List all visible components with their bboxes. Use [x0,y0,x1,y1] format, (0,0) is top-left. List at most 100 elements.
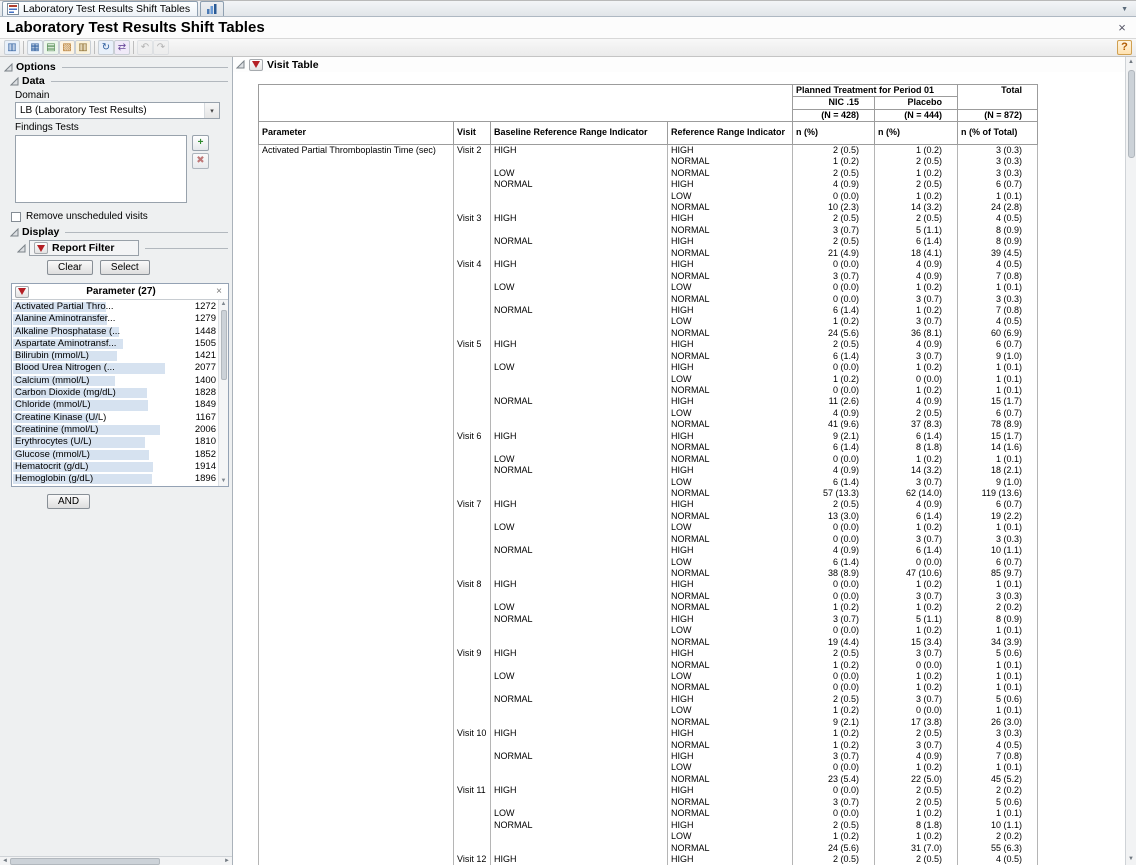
clear-button[interactable]: Clear [47,260,93,275]
visit-table-row: NORMALHIGH11 (2.6)4 (0.9)15 (1.7) [259,396,1038,407]
filter-item[interactable]: Creatine Kinase (U/L)1167 [12,412,218,424]
visit-table-row: NORMAL9 (2.1)17 (3.8)26 (3.0) [259,717,1038,728]
checkbox-icon [11,212,21,222]
tab-list-icon[interactable]: ▼ [1121,6,1133,16]
visit-table-row: NORMAL23 (5.4)22 (5.0)45 (5.2) [259,774,1038,785]
visit-table: Planned Treatment for Period 01 Total NI… [258,84,1038,865]
summary-table-icon[interactable]: ▤ [43,40,59,55]
scroll-up-icon[interactable]: ▲ [221,300,227,309]
visit-table-row: LOWNORMAL0 (0.0)1 (0.2)1 (0.1) [259,454,1038,465]
journal-icon[interactable]: ▥ [75,40,91,55]
visit-table-row: NORMAL0 (0.0)3 (0.7)3 (0.3) [259,591,1038,602]
scroll-down-icon[interactable]: ▼ [221,477,227,486]
visit-table-row: NORMAL0 (0.0)3 (0.7)3 (0.3) [259,534,1038,545]
filter-item[interactable]: Creatinine (mmol/L)2006 [12,424,218,436]
scrollbar-thumb[interactable] [1128,70,1135,158]
visit-table-disclosure-icon[interactable] [236,60,245,69]
vertical-scrollbar[interactable]: ▲ ▼ [1125,57,1136,865]
filter-item[interactable]: Glucose (mmol/L)1852 [12,449,218,461]
arm-placebo-header: Placebo [875,97,958,109]
filter-item-count: 1279 [195,313,216,325]
nic-n-header: (N = 428) [793,109,875,121]
domain-value: LB (Laboratory Test Results) [20,105,147,116]
clear-tests-button[interactable]: ✖ [192,153,209,169]
filter-scrollbar[interactable]: ▲ ▼ [218,300,228,486]
tab-bar: Laboratory Test Results Shift Tables ▼ [0,1,1136,17]
filter-scroll-thumb[interactable] [221,310,227,380]
switch-data-icon[interactable]: ⇄ [114,40,130,55]
filter-item[interactable]: Activated Partial Thro...1272 [12,301,218,313]
display-disclosure-icon[interactable] [10,228,19,237]
visit-table-row: LOW1 (0.2)1 (0.2)2 (0.2) [259,831,1038,842]
findings-tests-listbox[interactable] [15,135,187,203]
tab-graph[interactable] [200,1,224,16]
visit-table-row: NORMALHIGH4 (0.9)6 (1.4)10 (1.1) [259,545,1038,556]
filter-item[interactable]: Calcium (mmol/L)1400 [12,375,218,387]
filter-item[interactable]: Carbon Dioxide (mg/dL)1828 [12,387,218,399]
close-icon[interactable]: × [1114,21,1130,35]
sidebar-scroll-thumb[interactable] [10,858,160,865]
data-table-icon[interactable]: ▦ [27,40,43,55]
visit-table-menu-icon[interactable] [249,59,263,71]
filter-item[interactable]: Blood Urea Nitrogen (...2077 [12,362,218,374]
findings-tests-label: Findings Tests [15,122,229,133]
refresh-icon[interactable]: ↻ [98,40,114,55]
visit-table-body: Activated Partial Thromboplastin Time (s… [259,144,1038,865]
visit-table-row: Visit 7HIGHHIGH2 (0.5)4 (0.9)6 (0.7) [259,499,1038,510]
filter-item[interactable]: Alanine Aminotransfer... 1279 [12,313,218,325]
visit-table-row: Visit 3HIGHHIGH2 (0.5)2 (0.5)4 (0.5) [259,213,1038,224]
data-section-header: Data [10,75,228,87]
visit-table-row: LOW1 (0.2)0 (0.0)1 (0.1) [259,705,1038,716]
redo-icon[interactable]: ↷ [153,40,169,55]
domain-combobox[interactable]: LB (Laboratory Test Results) ▾ [15,102,220,119]
filter-item-label: Creatinine (mmol/L) [15,424,98,435]
title-bar: Laboratory Test Results Shift Tables × [0,17,1136,39]
data-disclosure-icon[interactable] [10,77,19,86]
open-report-icon[interactable]: ▥ [4,40,20,55]
undo-icon[interactable]: ↶ [137,40,153,55]
scroll-left-icon[interactable]: ◄ [0,858,10,864]
remove-unscheduled-label: Remove unscheduled visits [26,211,148,222]
filter-item[interactable]: Aspartate Aminotransf...1505 [12,338,218,350]
visit-table-row: NORMAL0 (0.0)1 (0.2)1 (0.1) [259,682,1038,693]
filter-item-label: Creatine Kinase (U/L) [15,412,106,423]
visit-table-row: LOW1 (0.2)0 (0.0)1 (0.1) [259,374,1038,385]
report-filter-disclosure-icon[interactable] [17,244,26,253]
visit-table-row: LOW0 (0.0)1 (0.2)1 (0.1) [259,762,1038,773]
report-filter-menu-icon[interactable] [34,242,48,254]
filter-item[interactable]: Chloride (mmol/L)1849 [12,399,218,411]
filter-item[interactable]: Erythrocytes (U/L)1810 [12,436,218,448]
col-header-n-pct-total: n (% of Total) [958,121,1038,144]
remove-unscheduled-checkbox[interactable]: Remove unscheduled visits [11,211,229,222]
sidebar-horizontal-scrollbar[interactable]: ◄ ► [0,856,232,865]
filter-item[interactable]: Alkaline Phosphatase (...1448 [12,326,218,338]
application-window: Laboratory Test Results Shift Tables ▼ L… [0,0,1136,865]
parameter-filter-panel: Parameter (27) × Activated Partial Thro.… [11,283,229,487]
filter-menu-icon[interactable] [15,286,29,298]
scroll-right-icon[interactable]: ► [222,858,232,864]
filter-item[interactable]: Hemoglobin (g/dL)1896 [12,473,218,485]
visit-table-row: NORMAL10 (2.3)14 (3.2)24 (2.8) [259,202,1038,213]
filter-item[interactable]: Hematocrit (g/dL)1914 [12,461,218,473]
filter-close-icon[interactable]: × [213,286,225,297]
visit-table-row: NORMALHIGH2 (0.5)6 (1.4)8 (0.9) [259,236,1038,247]
filter-item-label: Alanine Aminotransfer... [15,313,115,324]
graph-icon[interactable]: ▧ [59,40,75,55]
options-disclosure-icon[interactable] [4,63,13,72]
report-area: Visit Table Planned Treatment for Period… [233,57,1125,865]
add-tests-button[interactable]: + [192,135,209,151]
help-button[interactable]: ? [1117,40,1132,55]
select-button[interactable]: Select [100,260,150,275]
page-title: Laboratory Test Results Shift Tables [6,19,265,36]
x-icon: ✖ [196,155,204,166]
filter-item[interactable]: Bilirubin (mmol/L)1421 [12,350,218,362]
visit-table-row: NORMALHIGH4 (0.9)2 (0.5)6 (0.7) [259,179,1038,190]
scroll-up-icon[interactable]: ▲ [1126,57,1136,68]
filter-item-count: 1421 [195,350,216,362]
tab-lab-shift-tables[interactable]: Laboratory Test Results Shift Tables [2,1,198,16]
total-n-header: (N = 872) [958,109,1038,121]
table-corner-cell [259,85,793,122]
scroll-down-icon[interactable]: ▼ [1126,854,1136,865]
and-button[interactable]: AND [47,494,90,509]
toolbar-icon-group: ▥▦▤▧▥↻⇄↶↷ [4,40,169,55]
